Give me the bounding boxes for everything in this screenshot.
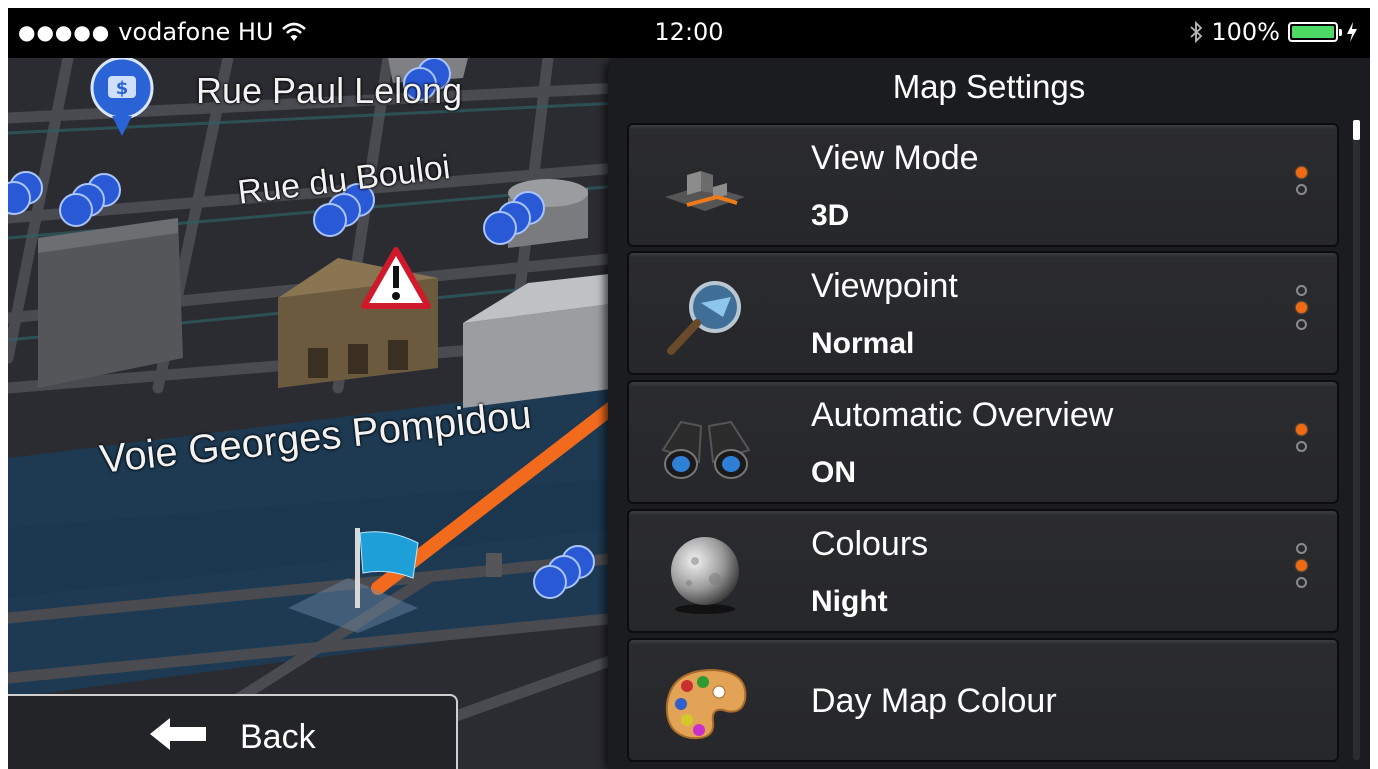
setting-value: Night [811,585,888,618]
binoculars-icon [661,420,751,479]
option-dot [1296,543,1307,554]
map-settings-panel: Map Settings View Mode 3D Viewpoint Norm… [608,58,1370,769]
svg-text:$: $ [116,78,129,99]
arrow-left-icon [150,718,206,750]
street-label: Rue Paul Lelong [196,70,463,111]
battery-icon [1288,22,1342,42]
setting-title: Viewpoint [811,267,958,305]
setting-viewpoint[interactable]: Viewpoint Normal [627,251,1339,375]
app-screen: ●●●●● vodafone HU 12:00 100% $ Rue Paul … [8,8,1370,769]
magnifier-icon [667,281,741,355]
setting-colours[interactable]: Colours Night [627,509,1339,633]
option-dot [1296,441,1307,452]
option-indicator [1296,543,1307,588]
setting-day-map-colour[interactable]: Day Map Colour [627,638,1339,762]
option-indicator [1296,167,1307,195]
map-view[interactable]: $ Rue Paul Lelong Rue du Bouloi Voie Geo… [8,58,618,769]
option-dot-selected [1296,167,1307,178]
option-indicator [1296,285,1307,330]
bank-poi-icon: $ [90,58,154,136]
option-dot [1296,319,1307,330]
back-button-label: Back [240,718,316,756]
bluetooth-icon [1190,21,1203,43]
option-dot [1296,285,1307,296]
setting-title: View Mode [811,139,979,177]
clock: 12:00 [654,18,724,46]
panel-title: Map Settings [892,68,1086,105]
setting-value: 3D [811,199,850,232]
charging-icon [1347,22,1357,42]
status-bar: ●●●●● vodafone HU 12:00 100% [8,8,1370,58]
option-dot-selected [1296,424,1307,435]
palette-icon [665,668,747,740]
setting-title: Day Map Colour [811,682,1057,720]
battery-percentage: 100% [1211,18,1280,46]
setting-title: Colours [811,525,929,563]
moon-icon [671,537,739,614]
option-dot-selected [1296,302,1307,313]
setting-view-mode[interactable]: View Mode 3D [627,123,1339,247]
scrollbar[interactable] [1353,120,1360,760]
setting-title: Automatic Overview [811,396,1114,434]
back-button[interactable]: Back [8,694,458,769]
scrollbar-thumb[interactable] [1353,120,1360,140]
option-dot [1296,184,1307,195]
option-indicator [1296,424,1307,452]
option-dot [1296,577,1307,588]
setting-value: ON [811,456,856,489]
view-mode-3d-icon [665,171,745,211]
option-dot-selected [1296,560,1307,571]
setting-value: Normal [811,327,915,360]
setting-automatic-overview[interactable]: Automatic Overview ON [627,380,1339,504]
